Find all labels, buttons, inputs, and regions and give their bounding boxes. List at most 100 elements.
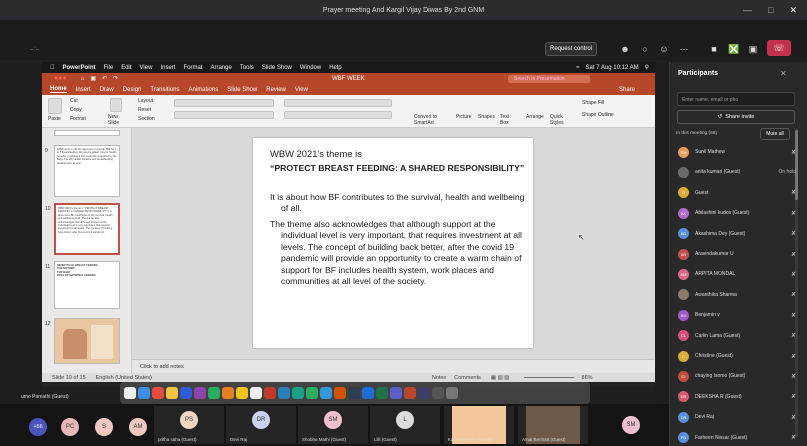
- arrange-button[interactable]: Arrange: [526, 114, 544, 120]
- apple-icon[interactable]: : [50, 65, 55, 71]
- powerpoint-icon[interactable]: [334, 387, 346, 399]
- app-icon[interactable]: [432, 387, 444, 399]
- close-icon[interactable]: ✕: [780, 69, 787, 78]
- maximize-icon[interactable]: □: [768, 5, 773, 15]
- participant-search-input[interactable]: Enter name, email or pho: [677, 92, 795, 106]
- participant-row[interactable]: AR Aravindakumar U ✘: [678, 247, 796, 261]
- shape-fill-button[interactable]: Shape Fill: [582, 100, 604, 106]
- app-icon[interactable]: [180, 387, 192, 399]
- app-icon[interactable]: [404, 387, 416, 399]
- menu-tools[interactable]: Tools: [240, 65, 254, 71]
- excel-icon[interactable]: [376, 387, 388, 399]
- share-screen-icon[interactable]: ▣: [746, 42, 760, 56]
- close-icon[interactable]: ✕: [789, 5, 797, 16]
- chat-icon[interactable]: ○: [638, 42, 652, 56]
- app-icon[interactable]: [250, 387, 262, 399]
- traffic-lights-icon[interactable]: ●●●: [54, 75, 67, 82]
- menu-insert[interactable]: Insert: [160, 65, 175, 71]
- request-control-button[interactable]: Request control: [545, 42, 597, 56]
- participant-row[interactable]: AM ARPITA MONDAL ✘: [678, 267, 796, 281]
- quick-styles-button[interactable]: Quick Styles: [550, 114, 570, 126]
- chrome-icon[interactable]: [166, 387, 178, 399]
- participant-row[interactable]: DR Devi Raj ✘: [678, 410, 796, 424]
- wifi-icon[interactable]: ≈: [576, 65, 579, 71]
- app-icon[interactable]: [418, 387, 430, 399]
- participant-row[interactable]: DR DEEKSHA R (Guest) ✘: [678, 390, 796, 404]
- font-format-controls[interactable]: [174, 111, 274, 119]
- app-icon[interactable]: [194, 387, 206, 399]
- reactions-icon[interactable]: ☺: [657, 42, 671, 56]
- tab-slide-show[interactable]: Slide Show: [227, 87, 257, 93]
- language-label[interactable]: English (United States): [96, 375, 152, 381]
- slide-thumb-8[interactable]: [54, 130, 120, 136]
- tab-transitions[interactable]: Transitions: [150, 87, 179, 93]
- notes-field[interactable]: Click to add notes: [132, 359, 655, 373]
- slide-thumb-9[interactable]: WBW aims to call the agencies to provide…: [54, 145, 120, 197]
- app-icon[interactable]: [278, 387, 290, 399]
- cut-button[interactable]: Cut: [70, 98, 78, 104]
- alignment-controls[interactable]: [284, 111, 392, 119]
- share-button[interactable]: Share: [619, 87, 635, 93]
- home-icon[interactable]: ⌂: [81, 76, 85, 82]
- participant-avatar[interactable]: SM: [622, 416, 640, 434]
- participant-row[interactable]: BV Benjamin v ✘: [678, 308, 796, 322]
- participant-avatar[interactable]: S: [95, 418, 113, 436]
- undo-icon[interactable]: ↶: [102, 75, 107, 82]
- participant-avatar[interactable]: PC: [61, 418, 79, 436]
- participant-row[interactable]: CL Carlin Lama (Guest) ✘: [678, 329, 796, 343]
- minimize-icon[interactable]: —: [743, 5, 752, 15]
- comments-toggle[interactable]: Comments: [454, 375, 481, 381]
- menu-app-name[interactable]: PowerPoint: [63, 65, 96, 71]
- app-icon[interactable]: [306, 387, 318, 399]
- app-icon[interactable]: [222, 387, 234, 399]
- menu-arrange[interactable]: Arrange: [210, 65, 231, 71]
- spotlight-icon[interactable]: ⚲: [645, 64, 649, 71]
- participant-row[interactable]: AD Akashima Dey (Guest) ✘: [678, 227, 796, 241]
- tab-view[interactable]: View: [295, 87, 308, 93]
- copy-button[interactable]: Copy: [70, 107, 82, 113]
- convert-smartart-button[interactable]: Convert to SmartArt: [414, 114, 438, 126]
- tab-draw[interactable]: Draw: [100, 87, 114, 93]
- more-actions-icon[interactable]: ⋯: [677, 42, 691, 56]
- font-name-select[interactable]: [174, 99, 274, 107]
- zoom-slider[interactable]: [523, 377, 574, 378]
- shapes-button[interactable]: Shapes: [478, 114, 495, 120]
- mic-off-icon[interactable]: ❎: [727, 42, 741, 56]
- menu-help[interactable]: Help: [329, 65, 341, 71]
- tab-animations[interactable]: Animations: [189, 87, 219, 93]
- participant-row[interactable]: G Guest ✘: [678, 186, 796, 200]
- participant-row[interactable]: SM Sunil Mathew ✘: [678, 145, 796, 159]
- tab-review[interactable]: Review: [266, 87, 286, 93]
- app-icon[interactable]: [292, 387, 304, 399]
- participants-icon[interactable]: ☻: [618, 42, 632, 56]
- menu-slide-show[interactable]: Slide Show: [262, 65, 292, 71]
- slide-thumb-12[interactable]: [54, 318, 120, 364]
- new-slide-icon[interactable]: [110, 98, 122, 112]
- app-icon[interactable]: [264, 387, 276, 399]
- reset-button[interactable]: Reset: [138, 107, 151, 113]
- paste-icon[interactable]: [48, 98, 62, 114]
- participant-row[interactable]: CI chaying Isomo (Guest) ✘: [678, 369, 796, 383]
- format-painter-button[interactable]: Format: [70, 116, 86, 122]
- leave-call-button[interactable]: ☏: [767, 40, 791, 56]
- textbox-button[interactable]: Text Box: [500, 114, 514, 126]
- share-invite-button[interactable]: ↺ Share invite: [677, 110, 795, 124]
- participant-row[interactable]: AK Abilashini kudos (Guest) ✘: [678, 206, 796, 220]
- participant-row[interactable]: anita kumari (Guest) On hold: [678, 165, 796, 179]
- tab-home[interactable]: Home: [50, 86, 67, 93]
- app-icon[interactable]: [320, 387, 332, 399]
- camera-off-icon[interactable]: ■: [707, 42, 721, 56]
- participant-row[interactable]: C Christine (Guest) ✘: [678, 349, 796, 363]
- shape-outline-button[interactable]: Shape Outline: [582, 112, 614, 118]
- teams-icon[interactable]: [390, 387, 402, 399]
- paragraph-controls[interactable]: [284, 99, 392, 107]
- app-icon[interactable]: [208, 387, 220, 399]
- app-icon[interactable]: [348, 387, 360, 399]
- menu-edit[interactable]: Edit: [121, 65, 131, 71]
- menu-view[interactable]: View: [140, 65, 153, 71]
- participant-avatar[interactable]: AM: [129, 418, 147, 436]
- picture-button[interactable]: Picture: [456, 114, 472, 120]
- menu-window[interactable]: Window: [300, 65, 321, 71]
- overflow-participants-count[interactable]: +56: [29, 418, 47, 436]
- save-icon[interactable]: ▣: [90, 75, 96, 82]
